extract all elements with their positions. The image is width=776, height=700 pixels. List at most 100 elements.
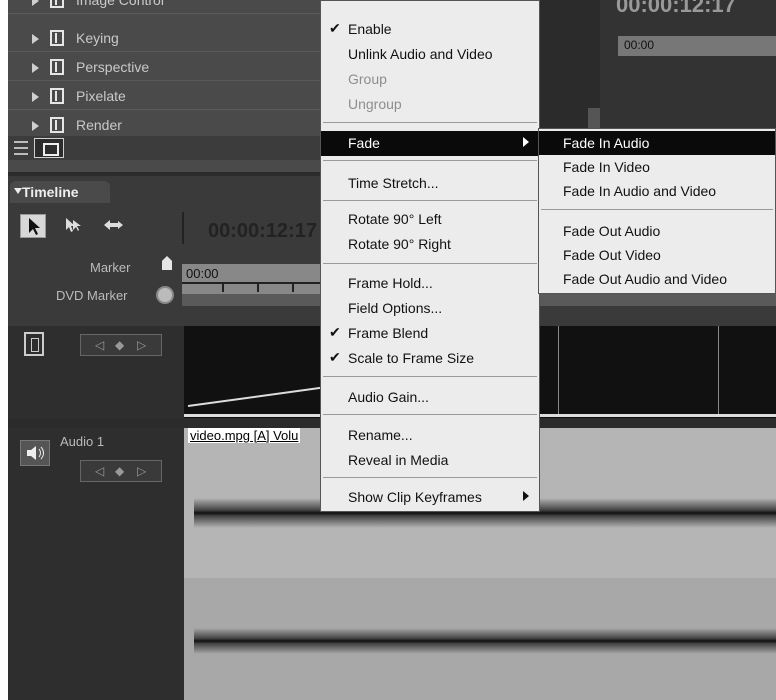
menu-item-scale-to-frame[interactable]: ✔ Scale to Frame Size (321, 346, 539, 371)
expand-triangle-icon[interactable] (32, 0, 39, 6)
list-view-icon[interactable] (14, 141, 28, 155)
submenu-item-fade-out-video[interactable]: Fade Out Video (539, 243, 775, 267)
audio-track-name: Audio 1 (60, 434, 105, 449)
timeline-timecode[interactable]: 00:00:12:17 (208, 220, 317, 243)
tab-timeline[interactable]: Timeline (10, 181, 110, 203)
next-keyframe-icon[interactable]: ▷ (137, 464, 146, 478)
program-monitor: 00:00:12:17 00:00 (600, 0, 776, 130)
menu-item-fade[interactable]: Fade (321, 131, 539, 156)
check-icon: ✔ (329, 20, 341, 36)
submenu-item-fade-out-audio[interactable]: Fade Out Audio (539, 219, 775, 243)
menu-item-label: Reveal in Media (348, 452, 449, 468)
submenu-item-fade-out-audio-video[interactable]: Fade Out Audio and Video (539, 267, 775, 291)
add-keyframe-icon[interactable]: ◆ (115, 338, 124, 352)
marker-icon[interactable] (162, 256, 172, 270)
prev-keyframe-icon[interactable]: ◁ (95, 464, 104, 478)
effect-folder-label: Render (76, 117, 122, 133)
menu-item-reveal-in-media[interactable]: Reveal in Media (321, 448, 539, 473)
next-keyframe-icon[interactable]: ▷ (137, 338, 146, 352)
menu-item-audio-gain[interactable]: Audio Gain... (321, 385, 539, 410)
fade-submenu: Fade In Audio Fade In Video Fade In Audi… (538, 128, 776, 294)
video-track-header: ◁ ◆ ▷ (8, 326, 184, 418)
menu-item-label: Audio Gain... (348, 389, 429, 405)
menu-separator (323, 122, 537, 123)
prev-keyframe-icon[interactable]: ◁ (95, 338, 104, 352)
film-icon[interactable] (24, 332, 44, 356)
menu-item-label: Frame Blend (348, 325, 429, 341)
ruler-time: 00:00 (186, 266, 219, 281)
menu-item-label: Unlink Audio and Video (348, 46, 493, 62)
menu-separator (323, 160, 537, 161)
menu-item-label: Group (348, 71, 387, 87)
menu-item-label: Frame Hold... (348, 275, 433, 291)
effect-folder-icon (50, 30, 64, 46)
menu-item-label: Rotate 90° Left (348, 211, 442, 227)
ripple-edit-tool-button[interactable] (100, 214, 126, 238)
timeline-tab-label: Timeline (22, 184, 79, 200)
clip-context-menu: ✔ Enable Unlink Audio and Video Group Ung… (320, 0, 540, 512)
submenu-item-fade-in-video[interactable]: Fade In Video (539, 155, 775, 179)
audio-clip-title: video.mpg [A] Volu (188, 428, 301, 443)
expand-triangle-icon[interactable] (32, 121, 39, 131)
audio-waveform (194, 628, 776, 654)
menu-separator (323, 263, 537, 264)
monitor-time-ruler[interactable]: 00:00 (618, 36, 776, 56)
menu-item-time-stretch[interactable]: Time Stretch... (321, 171, 539, 196)
menu-item-rotate-right[interactable]: Rotate 90° Right (321, 232, 539, 257)
menu-separator (323, 477, 537, 478)
speaker-icon[interactable] (20, 440, 50, 466)
menu-item-rename[interactable]: Rename... (321, 423, 539, 448)
menu-item-rotate-left[interactable]: Rotate 90° Left (321, 207, 539, 232)
effect-folder-icon (50, 0, 64, 8)
selection-tool-button[interactable] (20, 214, 46, 238)
menu-item-frame-blend[interactable]: ✔ Frame Blend (321, 321, 539, 346)
submenu-item-label: Fade In Audio (563, 135, 650, 151)
effect-folder-label: Image Control (76, 0, 164, 8)
effect-folder-label: Perspective (76, 59, 150, 75)
menu-item-label: Field Options... (348, 300, 443, 316)
menu-item-label: Enable (348, 21, 392, 37)
menu-item-field-options[interactable]: Field Options... (321, 296, 539, 321)
submenu-item-fade-in-audio[interactable]: Fade In Audio (539, 131, 775, 155)
menu-item-label: Ungroup (348, 96, 402, 112)
menu-item-unlink[interactable]: Unlink Audio and Video (321, 42, 539, 67)
menu-item-label: Rename... (348, 427, 413, 443)
ruler-tick (257, 284, 259, 292)
effect-folder-pixelate[interactable]: Pixelate (8, 84, 320, 110)
monitor-ruler-time: 00:00 (624, 38, 655, 52)
effect-folder-keying[interactable]: Keying (8, 26, 320, 52)
audio-track-header: Audio 1 ◁ ◆ ▷ (8, 428, 184, 700)
menu-item-label: Fade (348, 135, 380, 151)
effect-folder-icon (50, 117, 64, 133)
menu-item-group: Group (321, 67, 539, 92)
scrollbar-thumb[interactable] (588, 108, 600, 130)
arrow-cursor-icon (29, 218, 40, 235)
effect-folder-image-control[interactable]: Image Control (8, 0, 320, 14)
marker-label: Marker (90, 260, 131, 275)
track-select-icon (66, 218, 81, 232)
menu-item-show-clip-keyframes[interactable]: Show Clip Keyframes (321, 485, 539, 510)
submenu-item-label: Fade In Audio and Video (563, 183, 717, 199)
submenu-item-fade-in-audio-video[interactable]: Fade In Audio and Video (539, 179, 775, 203)
keyframe-navigator[interactable]: ◁ ◆ ▷ (80, 334, 162, 356)
add-keyframe-icon[interactable]: ◆ (115, 464, 124, 478)
menu-item-label: Time Stretch... (348, 175, 439, 191)
submenu-arrow-icon (523, 491, 529, 501)
submenu-item-label: Fade Out Audio (563, 223, 661, 239)
expand-triangle-icon[interactable] (32, 63, 39, 73)
menu-separator (541, 209, 773, 210)
effects-view-bar (8, 136, 320, 160)
menu-item-frame-hold[interactable]: Frame Hold... (321, 271, 539, 296)
icon-view-button[interactable] (34, 138, 64, 158)
expand-triangle-icon[interactable] (32, 92, 39, 102)
monitor-timecode[interactable]: 00:00:12:17 (616, 0, 736, 18)
expand-triangle-icon[interactable] (32, 34, 39, 44)
effect-folder-perspective[interactable]: Perspective (8, 55, 320, 81)
ruler-tick (222, 284, 224, 292)
dvd-marker-icon[interactable] (156, 286, 174, 304)
audio-keyframe-navigator[interactable]: ◁ ◆ ▷ (80, 460, 162, 482)
check-icon: ✔ (329, 324, 341, 340)
menu-item-ungroup: Ungroup (321, 92, 539, 117)
menu-item-enable[interactable]: ✔ Enable (321, 17, 539, 42)
track-select-tool-button[interactable] (60, 214, 86, 238)
